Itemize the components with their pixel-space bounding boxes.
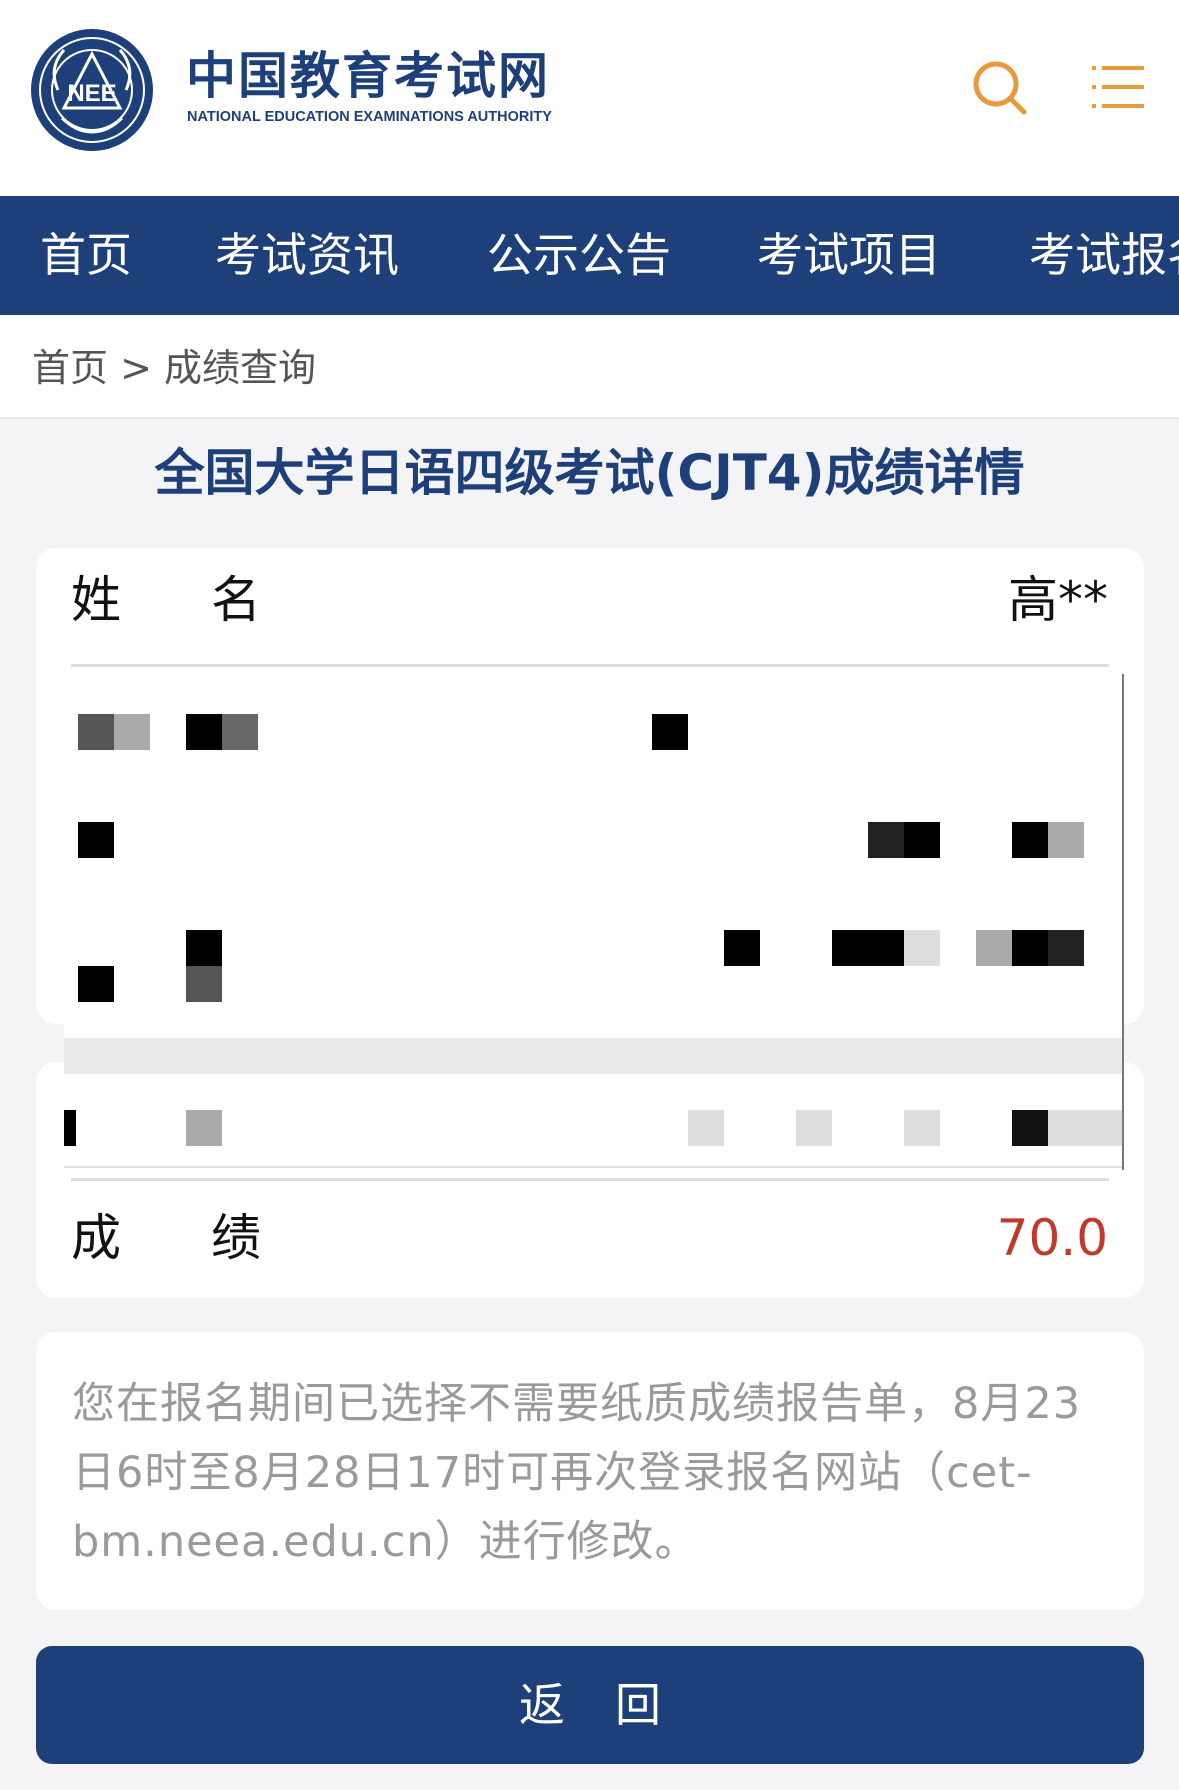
site-header: NEE 中国教育考试网 NATIONAL EDUCATION EXAMINATI…: [0, 0, 1179, 196]
notice-text: 您在报名期间已选择不需要纸质成绩报告单，8月23日6时至8月28日17时可再次登…: [72, 1379, 1082, 1567]
page-title: 全国大学日语四级考试(CJT4)成绩详情: [154, 444, 1025, 502]
search-icon[interactable]: [968, 56, 1032, 120]
menu-icon[interactable]: [1090, 62, 1146, 112]
neea-emblem-logo[interactable]: NEE: [28, 28, 156, 152]
main-nav: 首页 考试资讯 公示公告 考试项目 考试报名: [0, 196, 1179, 315]
row-divider: [71, 664, 1109, 667]
score-value: 70.0: [996, 1209, 1108, 1267]
redacted-area: [64, 674, 1124, 1170]
nav-item-home[interactable]: 首页: [40, 196, 132, 315]
back-button[interactable]: 返回: [36, 1646, 1144, 1764]
row-divider: [71, 1178, 1109, 1181]
notice-card: 您在报名期间已选择不需要纸质成绩报告单，8月23日6时至8月28日17时可再次登…: [36, 1332, 1144, 1610]
nav-item-news[interactable]: 考试资讯: [215, 196, 399, 315]
site-name-cn[interactable]: 中国教育考试网: [186, 46, 550, 106]
score-label: 成绩: [71, 1209, 351, 1267]
nav-item-exam-projects[interactable]: 考试项目: [757, 196, 941, 315]
name-value: 高**: [1008, 571, 1108, 629]
nav-item-registration[interactable]: 考试报名: [1029, 196, 1179, 315]
breadcrumb: 首页 > 成绩查询: [0, 315, 1179, 419]
site-name-en: NATIONAL EDUCATION EXAMINATIONS AUTHORIT…: [187, 109, 552, 125]
nav-item-announcements[interactable]: 公示公告: [487, 196, 671, 315]
name-label: 姓名: [71, 571, 351, 629]
breadcrumb-text[interactable]: 首页 > 成绩查询: [32, 345, 316, 391]
emblem-text: NEE: [67, 80, 116, 107]
